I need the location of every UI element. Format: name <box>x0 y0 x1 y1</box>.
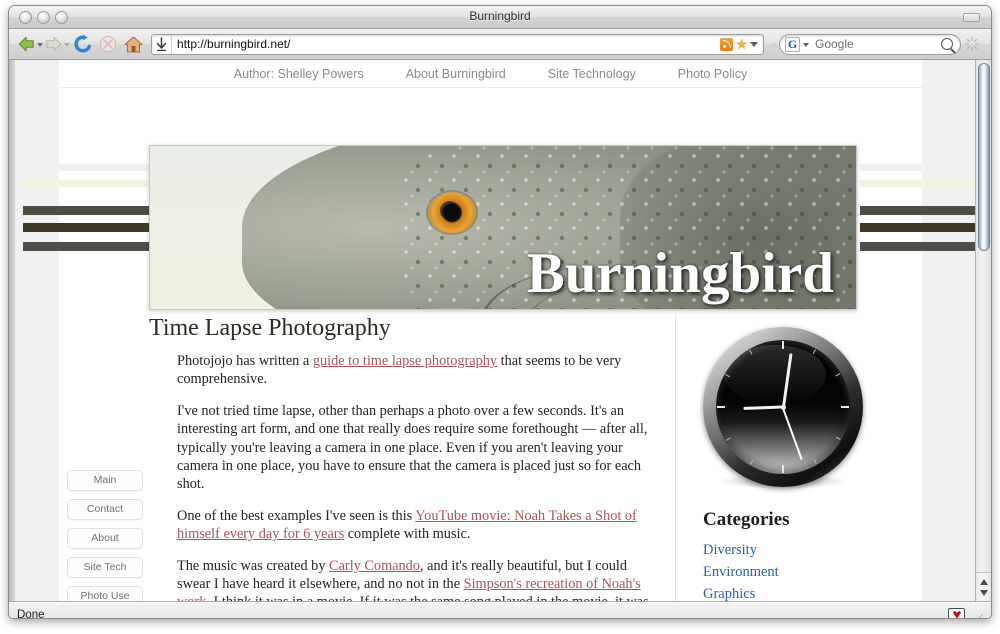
article-body: Photojojo has written a guide to time la… <box>149 352 649 601</box>
address-bar-actions: ★ <box>720 37 763 51</box>
adblock-icon[interactable] <box>948 607 965 618</box>
site-title: Burningbird <box>526 242 834 305</box>
back-button[interactable] <box>17 33 43 55</box>
status-bar: Done <box>9 602 991 619</box>
browser-window: Burningbird http://burningbird.net/ ★ ⋅ … <box>8 5 992 619</box>
nav-item-author[interactable]: Author: Shelley Powers <box>234 67 364 81</box>
toolbar-separator: ⋅ <box>772 38 776 49</box>
page-left-gutter <box>15 60 59 601</box>
category-link-graphics[interactable]: Graphics <box>703 583 917 601</box>
page-favicon-icon <box>152 36 171 52</box>
article-link[interactable]: YouTube movie: Noah Takes a Shot of hims… <box>177 508 637 542</box>
forward-button[interactable] <box>44 33 70 55</box>
back-arrow-icon <box>18 36 34 52</box>
search-icon[interactable] <box>941 38 953 50</box>
clock-center-pin <box>780 404 786 410</box>
throbber-icon <box>964 36 980 52</box>
window-title: Burningbird <box>469 9 531 23</box>
clock-tick <box>782 407 784 473</box>
category-link-environment[interactable]: Environment <box>703 561 917 583</box>
left-nav-contact-button[interactable]: Contact <box>67 499 143 520</box>
page-viewport: Author: Shelley Powers About Burningbird… <box>9 60 991 602</box>
reload-icon <box>74 34 91 53</box>
decorative-stripes-left <box>23 146 153 278</box>
article-link[interactable]: Carly Comando <box>329 558 420 574</box>
article-paragraph: One of the best examples I've seen is th… <box>177 507 637 543</box>
resize-grip-icon[interactable] <box>971 609 983 619</box>
web-page: Author: Shelley Powers About Burningbird… <box>9 60 976 601</box>
star-icon[interactable]: ★ <box>735 37 748 51</box>
site-top-navigation: Author: Shelley Powers About Burningbird… <box>59 60 922 88</box>
nav-item-site-technology[interactable]: Site Technology <box>548 67 636 81</box>
page-content: Main Contact About Site Tech Photo Use T… <box>59 315 922 601</box>
scroll-down-arrow-icon[interactable] <box>980 590 988 596</box>
back-history-caret-icon[interactable] <box>37 43 43 47</box>
site-banner[interactable]: Burningbird <box>149 145 857 310</box>
chevron-down-icon[interactable] <box>750 41 758 47</box>
article-paragraph: Photojojo has written a guide to time la… <box>177 353 622 388</box>
stop-button[interactable] <box>96 32 120 56</box>
clock-face <box>716 340 850 474</box>
left-nav-main-button[interactable]: Main <box>67 470 143 491</box>
left-nav-about-button[interactable]: About <box>67 528 143 549</box>
article-paragraph: I've not tried time lapse, other than pe… <box>177 402 648 493</box>
page-title: Time Lapse Photography <box>149 315 391 341</box>
article-link[interactable]: guide to time lapse photography <box>313 353 497 369</box>
status-text: Done <box>17 608 45 619</box>
forward-arrow-icon <box>46 36 62 52</box>
category-link-diversity[interactable]: Diversity <box>703 539 917 561</box>
decorative-stripes-right <box>860 146 976 278</box>
address-bar-input[interactable]: http://burningbird.net/ <box>171 34 720 54</box>
left-nav-site-tech-button[interactable]: Site Tech <box>67 557 143 578</box>
toolbar-toggle-icon[interactable] <box>963 13 980 22</box>
address-bar[interactable]: http://burningbird.net/ ★ <box>151 33 764 55</box>
home-button[interactable] <box>121 32 145 56</box>
status-bar-right <box>948 607 983 619</box>
rss-feed-icon[interactable] <box>720 37 734 51</box>
desktop-background: Burningbird http://burningbird.net/ ★ ⋅ … <box>0 0 1000 634</box>
left-nav-buttons: Main Contact About Site Tech Photo Use <box>67 470 143 601</box>
sidebar: Categories Diversity Environment Graphic… <box>697 315 917 601</box>
activity-spinner-icon <box>961 36 983 52</box>
article: Time Lapse Photography Photojojo has wri… <box>149 315 649 601</box>
nav-item-photo-policy[interactable]: Photo Policy <box>678 67 747 81</box>
window-titlebar[interactable]: Burningbird <box>9 6 991 29</box>
categories-list: Diversity Environment Graphics Highlight… <box>703 539 917 601</box>
forward-history-caret-icon[interactable] <box>64 43 70 47</box>
article-link[interactable]: Simpson's recreation of Noah's work <box>177 576 641 601</box>
scrollbar-arrows <box>976 572 991 601</box>
vertical-scrollbar[interactable] <box>975 60 991 601</box>
clock-tick <box>725 406 783 441</box>
analog-clock-widget <box>703 327 863 489</box>
burningbird-favicon-icon <box>156 36 167 51</box>
article-paragraph: The music was created by Carly Comando, … <box>177 557 649 601</box>
navigation-buttons <box>17 32 145 56</box>
page-right-gutter <box>922 60 976 601</box>
home-icon <box>123 35 143 53</box>
stop-icon <box>99 35 117 53</box>
browser-toolbar: http://burningbird.net/ ★ ⋅ G Google <box>9 29 991 60</box>
nav-item-about[interactable]: About Burningbird <box>406 67 506 81</box>
scroll-up-arrow-icon[interactable] <box>980 579 988 585</box>
search-bar[interactable]: G Google <box>779 33 961 55</box>
search-input[interactable]: Google <box>809 37 941 51</box>
categories-heading: Categories <box>703 509 790 530</box>
reload-button[interactable] <box>71 32 95 56</box>
scrollbar-thumb[interactable] <box>978 63 990 251</box>
left-nav-photo-use-button[interactable]: Photo Use <box>67 586 143 601</box>
clock-tick <box>783 406 849 408</box>
google-logo-icon: G <box>785 36 800 52</box>
column-divider <box>675 315 676 601</box>
